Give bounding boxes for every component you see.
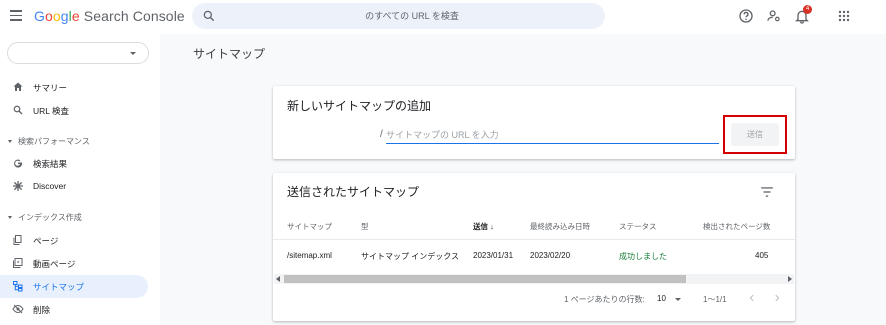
add-sitemap-card: 新しいサイトマップの追加 / 送信 bbox=[273, 86, 795, 159]
page-title: サイトマップ bbox=[193, 47, 266, 61]
notification-count-badge: 4 bbox=[803, 5, 812, 14]
column-header-discovered-pages[interactable]: 検出されたページ数 bbox=[703, 221, 770, 232]
sidebar-item-pages[interactable]: ページ bbox=[0, 229, 148, 252]
product-name: Search Console bbox=[83, 8, 185, 24]
sort-descending-icon: ↓ bbox=[490, 222, 494, 231]
cell-last-read: 2023/02/20 bbox=[530, 251, 571, 260]
submitted-sitemaps-card: 送信されたサイトマップ サイトマップ 型 送信 ↓ 最終読み込み日時 ステータス… bbox=[273, 173, 795, 321]
url-inspection-search-bar[interactable] bbox=[192, 3, 605, 29]
url-prefix: / bbox=[380, 129, 383, 140]
section-label: 検索パフォーマンス bbox=[18, 137, 90, 146]
apps-grid-icon[interactable] bbox=[836, 8, 852, 24]
horizontal-scrollbar[interactable] bbox=[274, 274, 794, 284]
search-icon bbox=[13, 105, 23, 115]
manage-users-icon[interactable] bbox=[766, 8, 782, 24]
logo-letter: o bbox=[45, 8, 53, 24]
sidebar-item-label: Discover bbox=[33, 181, 67, 191]
logo-letter: G bbox=[34, 8, 45, 24]
url-inspection-input[interactable] bbox=[232, 7, 592, 25]
cell-discovered-pages: 405 bbox=[755, 251, 769, 260]
sitemap-url-input[interactable] bbox=[386, 126, 719, 144]
column-header-last-read[interactable]: 最終読み込み日時 bbox=[530, 221, 590, 232]
filter-icon[interactable] bbox=[760, 186, 774, 198]
search-console-logo[interactable]: Google Search Console bbox=[34, 8, 185, 24]
cell-submitted: 2023/01/31 bbox=[473, 251, 514, 260]
sidebar-item-label: 削除 bbox=[33, 305, 51, 315]
column-header-status[interactable]: ステータス bbox=[619, 221, 657, 232]
sidebar-item-discover[interactable]: Discover bbox=[0, 175, 148, 198]
removals-icon bbox=[12, 304, 24, 314]
column-header-type[interactable]: 型 bbox=[361, 221, 369, 232]
pagination-range: 1〜1/1 bbox=[703, 295, 727, 304]
scroll-right-icon[interactable] bbox=[788, 276, 792, 282]
sidebar: サマリー URL 検査 検索パフォーマンス 検索結果 Discover インデッ… bbox=[0, 34, 160, 325]
cell-sitemap: /sitemap.xml bbox=[287, 251, 332, 260]
sidebar-item-label: URL 検査 bbox=[33, 106, 70, 116]
help-icon[interactable] bbox=[738, 8, 754, 24]
chevron-down-icon bbox=[130, 52, 136, 55]
sidebar-section-index[interactable]: インデックス作成 bbox=[8, 212, 82, 223]
sidebar-item-label: サイトマップ bbox=[33, 282, 85, 292]
search-icon[interactable] bbox=[202, 9, 216, 23]
column-header-submitted[interactable]: 送信 ↓ bbox=[473, 221, 494, 232]
column-header-label: 送信 bbox=[473, 222, 488, 231]
discover-asterisk-icon bbox=[12, 180, 24, 192]
sidebar-item-url-inspection[interactable]: URL 検査 bbox=[0, 99, 148, 122]
logo-letter: e bbox=[71, 8, 80, 24]
submitted-sitemaps-title: 送信されたサイトマップ bbox=[287, 185, 420, 199]
collapse-arrow-icon bbox=[8, 140, 12, 144]
cell-status: 成功しました bbox=[619, 252, 667, 261]
submit-highlight-box: 送信 bbox=[723, 115, 787, 154]
scroll-left-icon[interactable] bbox=[276, 276, 280, 282]
sidebar-item-video-pages[interactable]: 動画ページ bbox=[0, 252, 148, 275]
top-app-bar: GoogleSearch Console 4 bbox=[0, 0, 886, 34]
scrollbar-thumb[interactable] bbox=[284, 275, 686, 283]
submit-button[interactable]: 送信 bbox=[731, 123, 779, 146]
sidebar-item-label: ページ bbox=[33, 236, 59, 246]
sidebar-item-removals[interactable]: 削除 bbox=[0, 298, 148, 321]
header-divider bbox=[273, 239, 795, 240]
add-sitemap-title: 新しいサイトマップの追加 bbox=[287, 99, 432, 113]
column-header-sitemap[interactable]: サイトマップ bbox=[287, 221, 332, 232]
main-content: サイトマップ 新しいサイトマップの追加 / 送信 送信されたサイトマップ サイト… bbox=[160, 34, 886, 325]
section-label: インデックス作成 bbox=[18, 213, 82, 222]
logo-letter: o bbox=[52, 8, 61, 24]
next-page-icon[interactable] bbox=[772, 293, 782, 303]
cell-type: サイトマップ インデックス bbox=[361, 252, 459, 261]
sitemap-icon bbox=[13, 281, 23, 292]
sidebar-item-label: 動画ページ bbox=[33, 259, 76, 269]
rows-per-page-select[interactable]: 10 bbox=[657, 294, 666, 303]
video-pages-icon bbox=[13, 258, 23, 268]
chevron-down-icon[interactable] bbox=[675, 298, 681, 301]
google-g-icon bbox=[14, 159, 23, 168]
sidebar-item-overview[interactable]: サマリー bbox=[0, 76, 148, 99]
main-menu-icon[interactable] bbox=[10, 10, 22, 22]
property-selector[interactable] bbox=[7, 42, 149, 64]
pages-icon bbox=[13, 235, 22, 245]
rows-per-page-label: 1 ページあたりの行数: bbox=[564, 295, 645, 304]
sidebar-item-search-results[interactable]: 検索結果 bbox=[0, 152, 148, 175]
home-icon bbox=[13, 82, 23, 91]
collapse-arrow-icon bbox=[8, 216, 12, 220]
sidebar-item-label: サマリー bbox=[33, 83, 68, 93]
previous-page-icon[interactable] bbox=[747, 293, 757, 303]
sidebar-item-label: 検索結果 bbox=[33, 159, 68, 169]
logo-letter: g bbox=[60, 8, 69, 24]
sidebar-item-sitemaps[interactable]: サイトマップ bbox=[0, 275, 148, 298]
sidebar-section-performance[interactable]: 検索パフォーマンス bbox=[8, 136, 90, 147]
